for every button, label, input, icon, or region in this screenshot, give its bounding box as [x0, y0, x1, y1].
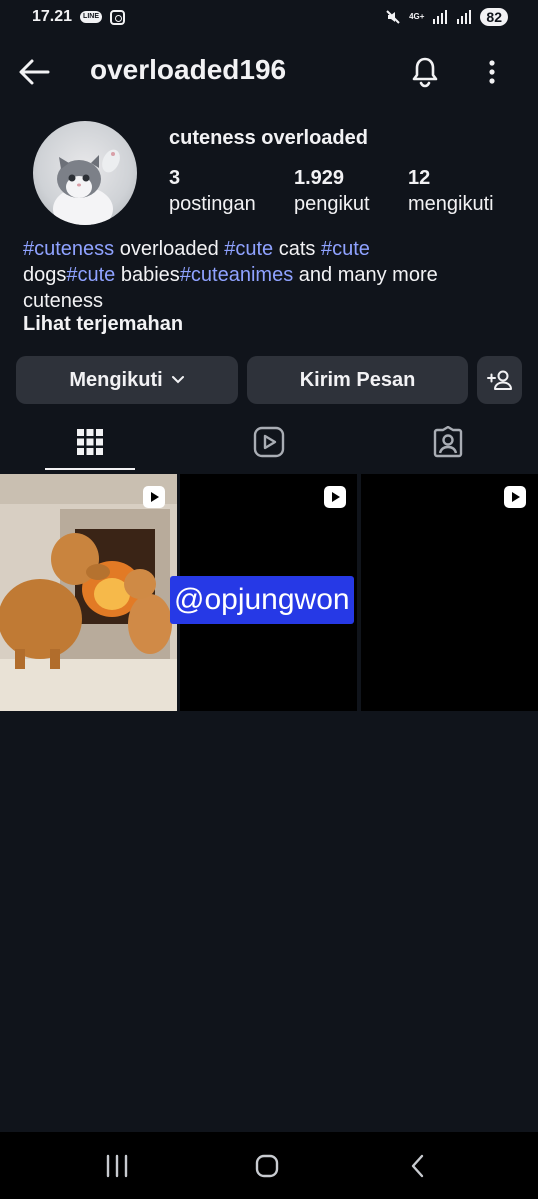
- notification-bell-icon[interactable]: [407, 54, 443, 90]
- instagram-notification-icon: [110, 9, 125, 25]
- bio-text: and many more: [293, 264, 438, 286]
- tagged-icon: [433, 426, 462, 458]
- chevron-down-icon: [171, 376, 184, 384]
- system-navigation-bar: [0, 1132, 538, 1199]
- tab-tagged[interactable]: [358, 414, 537, 470]
- status-time: 17.21: [32, 8, 73, 25]
- stat-followers-value: 1.929: [294, 167, 345, 189]
- more-options-icon[interactable]: [482, 56, 502, 88]
- bio-line-2: dogs#cute babies#cuteanimes and many mor…: [23, 262, 523, 288]
- bio-line-3: cuteness: [23, 288, 523, 314]
- bio-text: cuteness: [23, 290, 104, 312]
- profile-username: overloaded196: [90, 54, 287, 85]
- bio-line-1: #cuteness overloaded #cute cats #cute: [23, 236, 523, 262]
- stat-following[interactable]: 12 mengikuti: [408, 167, 494, 216]
- post-thumbnail[interactable]: [361, 474, 538, 711]
- stat-followers[interactable]: 1.929 pengikut: [294, 167, 370, 216]
- profile-display-name: cuteness overloaded: [169, 127, 368, 149]
- hashtag-link[interactable]: #cute: [224, 238, 273, 260]
- see-translation-link[interactable]: Lihat terjemahan: [23, 313, 183, 336]
- home-icon[interactable]: [253, 1152, 281, 1180]
- stat-followers-label: pengikut: [294, 193, 370, 215]
- reels-icon: [253, 426, 284, 458]
- stat-posts-label: postingan: [169, 193, 256, 215]
- send-message-label: Kirim Pesan: [299, 368, 416, 391]
- signal-icon: [433, 10, 448, 24]
- grid-icon: [76, 429, 103, 455]
- post-thumbnail[interactable]: [0, 474, 177, 711]
- stat-following-label: mengikuti: [408, 193, 494, 215]
- profile-bio: #cuteness overloaded #cute cats #cute do…: [23, 236, 523, 314]
- reel-play-icon: [324, 486, 346, 508]
- watermark-label: @opjungwon: [170, 576, 354, 624]
- status-left: 17.21 LINE: [32, 8, 125, 26]
- following-button[interactable]: Mengikuti: [16, 356, 238, 404]
- back-arrow-icon[interactable]: [16, 56, 52, 88]
- back-nav-icon[interactable]: [405, 1152, 431, 1180]
- add-person-icon: [486, 370, 512, 390]
- status-right: 4G+ 82: [385, 8, 508, 26]
- profile-header: overloaded196: [0, 42, 538, 102]
- mute-icon: [386, 10, 400, 24]
- bio-text: cats: [273, 238, 321, 260]
- network-type: 4G+: [409, 12, 425, 21]
- following-button-label: Mengikuti: [69, 368, 163, 391]
- dog-and-cat-photo: [0, 474, 177, 711]
- reel-play-icon: [504, 486, 526, 508]
- reel-play-icon: [143, 486, 165, 508]
- add-person-button[interactable]: [477, 356, 522, 404]
- line-app-icon: LINE: [80, 11, 102, 23]
- hashtag-link[interactable]: #cute: [321, 238, 370, 260]
- tab-posts-grid[interactable]: [0, 414, 179, 470]
- send-message-button[interactable]: Kirim Pesan: [247, 356, 468, 404]
- profile-avatar[interactable]: [33, 121, 137, 225]
- status-bar: 17.21 LINE 4G+ 82: [0, 0, 538, 34]
- stat-posts-value: 3: [169, 167, 181, 189]
- stat-posts[interactable]: 3 postingan: [169, 167, 256, 216]
- stat-following-value: 12: [408, 167, 431, 189]
- tab-reels[interactable]: [179, 414, 358, 470]
- active-tab-indicator: [45, 468, 135, 470]
- bio-text: overloaded: [114, 238, 225, 260]
- hashtag-link[interactable]: #cute: [66, 264, 115, 286]
- hashtag-link[interactable]: #cuteness: [23, 238, 114, 260]
- hashtag-link[interactable]: #cuteanimes: [180, 264, 293, 286]
- bio-text: dogs: [23, 264, 67, 286]
- profile-tabs: [0, 414, 538, 470]
- recent-apps-icon[interactable]: [104, 1152, 130, 1180]
- signal-icon-2: [457, 10, 472, 24]
- battery-indicator: 82: [480, 8, 508, 26]
- kitten-avatar-image: [53, 149, 120, 225]
- bio-text: babies: [115, 264, 180, 286]
